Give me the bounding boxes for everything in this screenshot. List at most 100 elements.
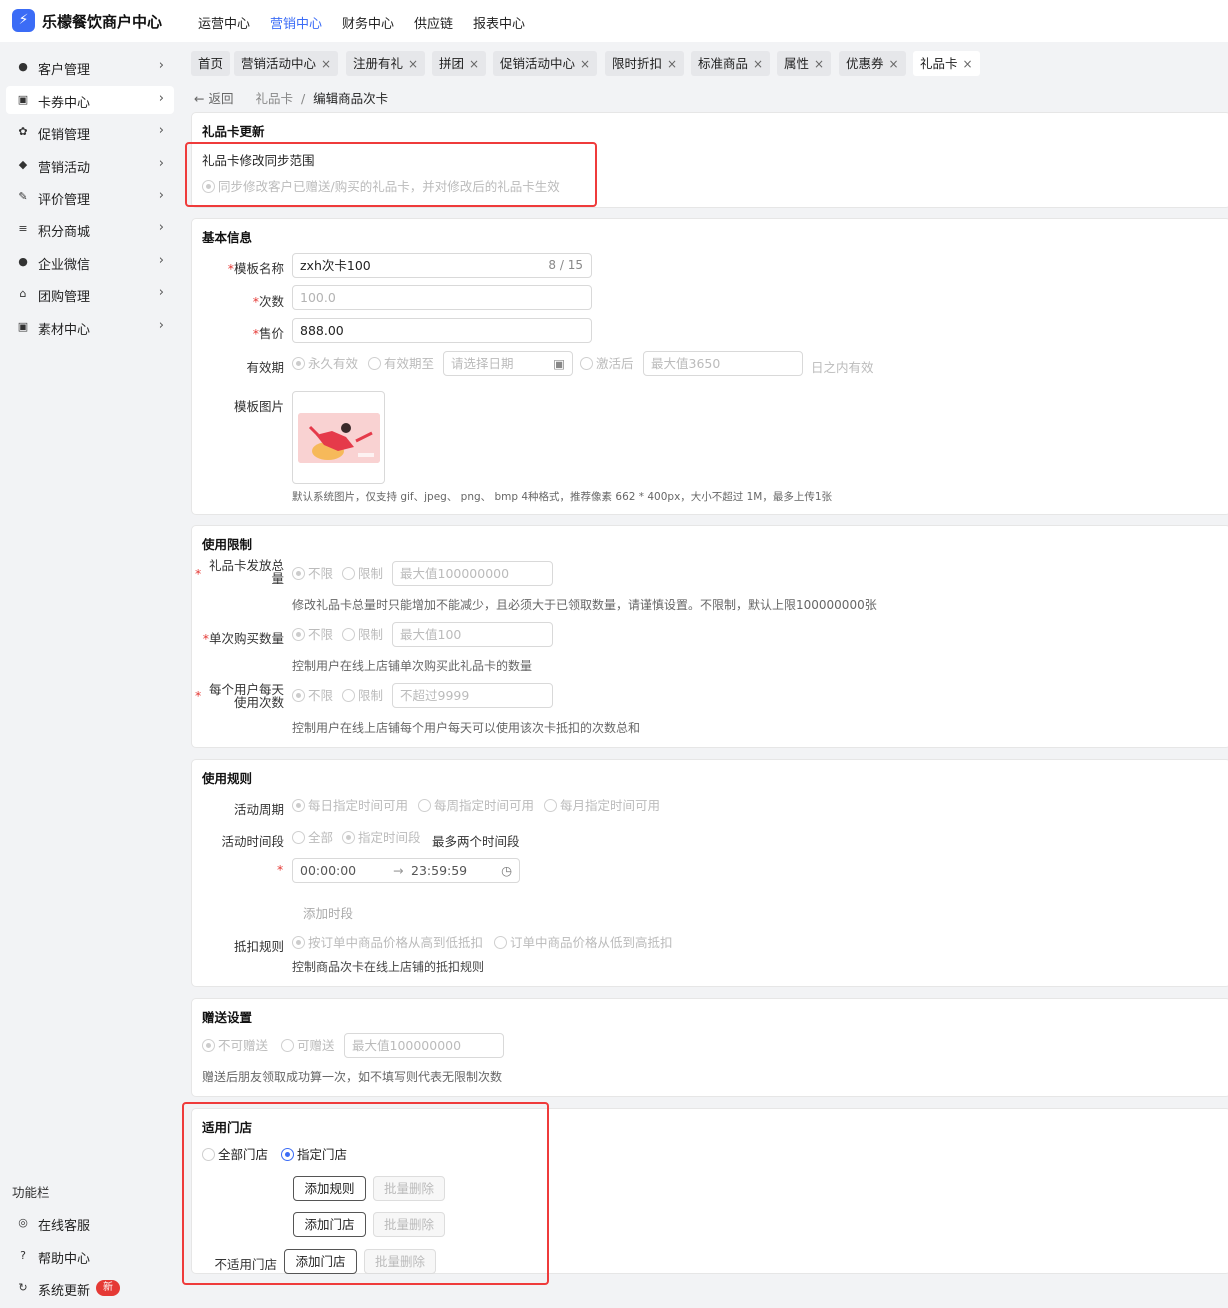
- close-icon[interactable]: ×: [408, 57, 418, 71]
- sidebar-item-reviews[interactable]: ✎ 评价管理 ›: [6, 183, 174, 211]
- sidebar-item-help[interactable]: ? 帮助中心: [6, 1242, 174, 1270]
- tab-label: 促销活动中心: [500, 56, 576, 71]
- sidebar-item-wecom[interactable]: ● 企业微信 ›: [6, 248, 174, 276]
- sidebar-footer-title: 功能栏: [12, 1185, 50, 1200]
- tab-group-buy[interactable]: 拼团 ×: [432, 51, 487, 76]
- close-icon[interactable]: ×: [321, 57, 331, 71]
- deduct-low-to-high-radio[interactable]: 订单中商品价格从低到高抵扣: [494, 936, 673, 950]
- gift-enabled-radio[interactable]: 可赠送: [281, 1039, 335, 1053]
- topnav-supply-chain[interactable]: 供应链: [414, 13, 453, 32]
- radio-dot: [368, 357, 381, 370]
- sidebar-item-promotions[interactable]: ✿ 促销管理 ›: [6, 118, 174, 146]
- total-limit-input[interactable]: 最大值100000000: [392, 561, 553, 586]
- daily-unlimited-radio[interactable]: 不限: [292, 689, 333, 703]
- sidebar-item-card-center[interactable]: ▣ 卡券中心 ›: [6, 86, 174, 114]
- validity-until-radio[interactable]: 有效期至: [368, 357, 434, 371]
- price-input[interactable]: 888.00: [292, 318, 592, 343]
- topnav-finance[interactable]: 财务中心: [342, 13, 394, 32]
- sidebar-item-group-buy[interactable]: ⌂ 团购管理 ›: [6, 280, 174, 308]
- validity-date-picker[interactable]: 请选择日期 ▣: [443, 351, 573, 376]
- sidebar-item-customers[interactable]: ● 客户管理 ›: [6, 53, 174, 81]
- cycle-daily-radio[interactable]: 每日指定时间可用: [292, 799, 408, 813]
- time-end: 23:59:59: [411, 863, 468, 878]
- validity-activation-radio[interactable]: 激活后: [580, 357, 634, 371]
- sidebar-item-marketing[interactable]: ◆ 营销活动 ›: [6, 151, 174, 179]
- time-range-picker[interactable]: 00:00:00 → 23:59:59 ◷: [292, 858, 520, 883]
- deduct-high-to-low-radio[interactable]: 按订单中商品价格从高到低抵扣: [292, 936, 483, 950]
- sidebar-item-label: 促销管理: [38, 128, 91, 143]
- top-bar: [0, 0, 1228, 42]
- tab-marketing-center[interactable]: 营销活动中心 ×: [234, 51, 339, 76]
- single-limit-input[interactable]: 最大值100: [392, 622, 553, 647]
- close-icon[interactable]: ×: [889, 57, 899, 71]
- close-icon[interactable]: ×: [753, 57, 763, 71]
- close-icon[interactable]: ×: [469, 57, 479, 71]
- total-limit-hint: 修改礼品卡总量时只能增加不能减少，且必须大于已领取数量，请谨慎设置。不限制，默认…: [292, 598, 877, 612]
- topnav-reports[interactable]: 报表中心: [473, 13, 525, 32]
- total-limited-radio[interactable]: 限制: [342, 567, 383, 581]
- period-specified-radio[interactable]: 指定时间段: [342, 831, 421, 845]
- label-text: 单次购买数量: [208, 631, 284, 646]
- radio-dot: [544, 799, 557, 812]
- single-limit-hint: 控制用户在线上店铺单次购买此礼品卡的数量: [292, 659, 533, 673]
- period-all-radio[interactable]: 全部: [292, 831, 333, 845]
- radio-dot: [418, 799, 431, 812]
- radio-dot: [342, 689, 355, 702]
- tab-flash-discount[interactable]: 限时折扣 ×: [605, 51, 685, 76]
- radio-dot: [494, 936, 507, 949]
- sidebar-item-points-mall[interactable]: ≡ 积分商城 ›: [6, 215, 174, 243]
- tab-promo-center[interactable]: 促销活动中心 ×: [493, 51, 598, 76]
- validity-days-input[interactable]: 最大值3650: [643, 351, 803, 376]
- close-icon[interactable]: ×: [963, 57, 973, 71]
- section-title: 使用规则: [202, 771, 253, 786]
- template-name-input[interactable]: zxh次卡100 8 / 15: [292, 253, 592, 278]
- tab-label: 首页: [198, 56, 224, 71]
- close-icon[interactable]: ×: [814, 57, 824, 71]
- tab-standard-goods[interactable]: 标准商品 ×: [691, 51, 771, 76]
- single-unlimited-radio[interactable]: 不限: [292, 628, 333, 642]
- sidebar-item-system-update[interactable]: ↻ 系统更新 新: [6, 1274, 174, 1302]
- tab-attributes[interactable]: 属性 ×: [777, 51, 832, 76]
- input-placeholder: 请选择日期: [451, 356, 514, 371]
- gift-hint: 赠送后朋友领取成功算一次，如不填写则代表无限制次数: [202, 1070, 503, 1084]
- cycle-weekly-radio[interactable]: 每周指定时间可用: [418, 799, 534, 813]
- single-limited-radio[interactable]: 限制: [342, 628, 383, 642]
- topnav-marketing[interactable]: 营销中心: [270, 13, 322, 32]
- daily-usage-label: 每个用户每天 使用次数: [200, 683, 284, 709]
- promo-icon: ✿: [18, 125, 28, 138]
- add-period-button[interactable]: 添加时段: [303, 903, 353, 922]
- arrow-right-icon: →: [393, 863, 404, 878]
- gift-limit-input[interactable]: 最大值100000000: [344, 1033, 504, 1058]
- close-icon[interactable]: ×: [667, 57, 677, 71]
- tab-gift-card[interactable]: 礼品卡 ×: [913, 51, 980, 76]
- back-link[interactable]: ← 返回: [194, 91, 233, 106]
- daily-limit-input[interactable]: 不超过9999: [392, 683, 553, 708]
- cycle-label: 活动周期: [233, 802, 284, 817]
- period-label: 活动时间段: [221, 834, 284, 849]
- image-hint: 默认系统图片，仅支持 gif、jpeg、 png、 bmp 4种格式，推荐像素 …: [292, 491, 833, 503]
- radio-label: 不可赠送: [218, 1038, 269, 1053]
- tab-home[interactable]: 首页: [191, 51, 231, 76]
- time-start: 00:00:00: [300, 863, 357, 878]
- times-input[interactable]: 100.0: [292, 285, 592, 310]
- sidebar-item-online-service[interactable]: ◎ 在线客服: [6, 1209, 174, 1237]
- radio-label: 按订单中商品价格从高到低抵扣: [308, 935, 484, 950]
- tab-register-gift[interactable]: 注册有礼 ×: [346, 51, 426, 76]
- breadcrumb-parent[interactable]: 礼品卡: [255, 91, 293, 106]
- breadcrumb-current: 编辑商品次卡: [313, 91, 389, 106]
- cycle-monthly-radio[interactable]: 每月指定时间可用: [544, 799, 660, 813]
- validity-permanent-radio[interactable]: 永久有效: [292, 357, 358, 371]
- sidebar-item-label: 团购管理: [38, 290, 91, 305]
- gift-disabled-radio[interactable]: 不可赠送: [202, 1039, 268, 1053]
- section-title: 基本信息: [202, 230, 253, 245]
- total-unlimited-radio[interactable]: 不限: [292, 567, 333, 581]
- close-icon[interactable]: ×: [580, 57, 590, 71]
- radio-dot: [292, 357, 305, 370]
- tab-label: 礼品卡: [920, 56, 958, 71]
- tab-coupons[interactable]: 优惠券 ×: [839, 51, 906, 76]
- daily-limited-radio[interactable]: 限制: [342, 689, 383, 703]
- tab-label: 营销活动中心: [241, 56, 317, 71]
- topnav-operations[interactable]: 运营中心: [198, 13, 250, 32]
- template-image-upload[interactable]: [292, 391, 385, 484]
- sidebar-item-assets[interactable]: ▣ 素材中心 ›: [6, 313, 174, 341]
